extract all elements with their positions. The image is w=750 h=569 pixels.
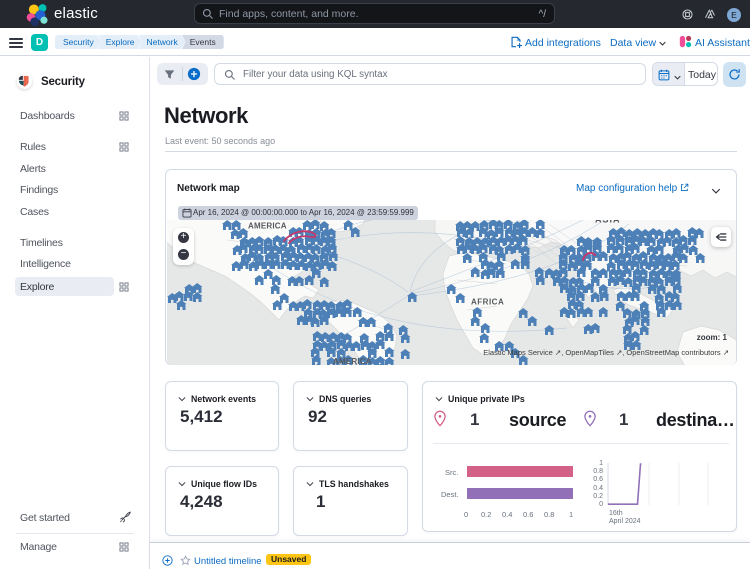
svg-text:AMERICA: AMERICA: [248, 222, 287, 231]
svg-text:AFRICA: AFRICA: [471, 298, 504, 307]
svg-text:AMERICA: AMERICA: [333, 357, 372, 365]
svg-text:ASIA: ASIA: [595, 220, 621, 225]
